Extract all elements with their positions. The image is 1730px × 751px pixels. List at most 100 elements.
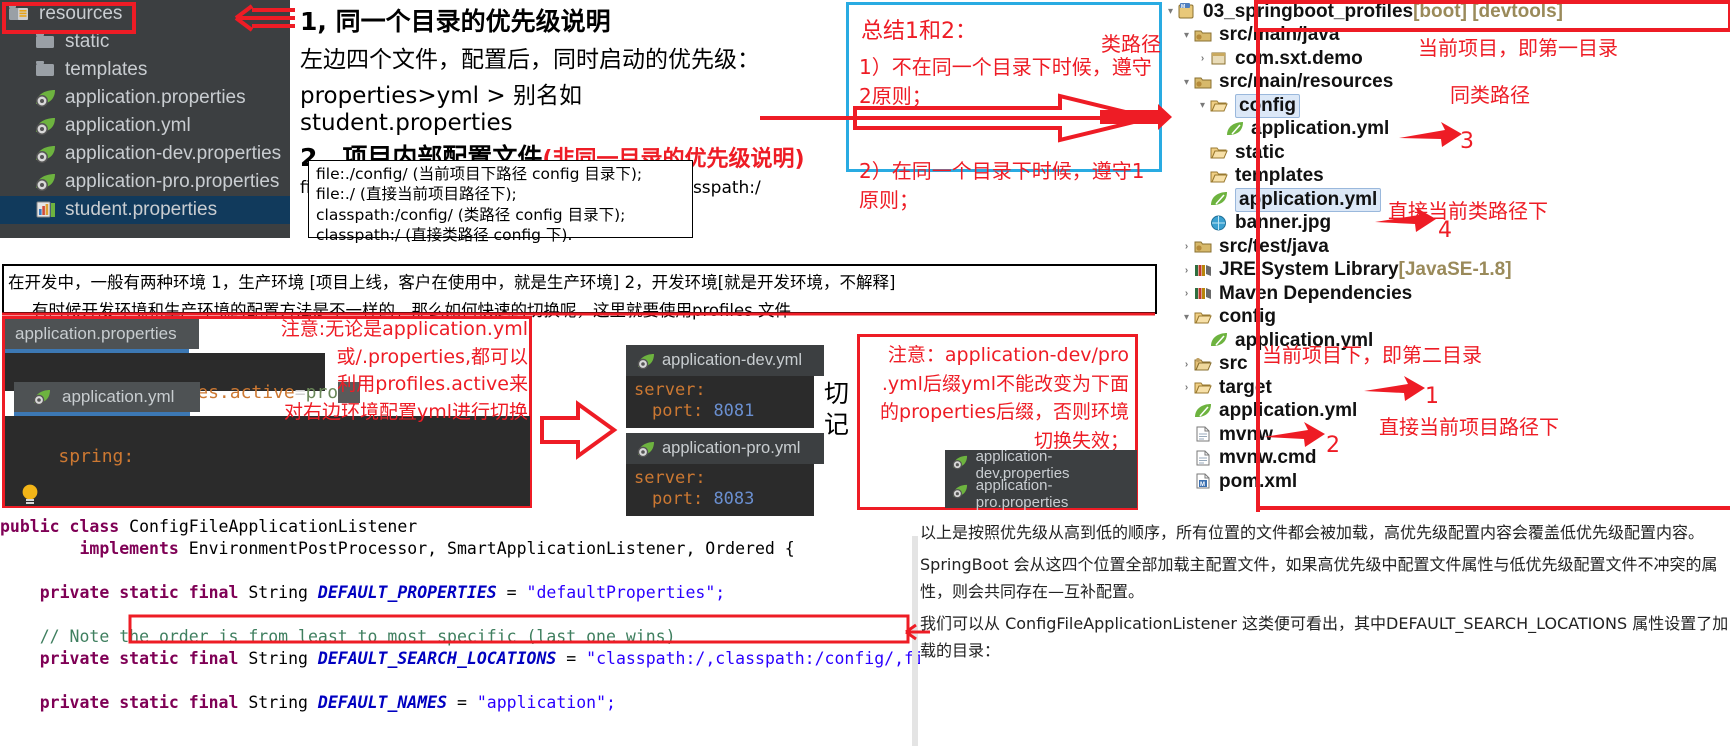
resources-tree-panel[interactable]: resources static templates application.prop… — [0, 0, 290, 238]
resources-folder-icon — [8, 4, 34, 24]
editor-dev-tab[interactable]: application-dev.yml — [626, 345, 824, 376]
folder-open-icon — [1193, 378, 1215, 397]
project-item-label: com.sxt.demo — [1235, 47, 1363, 69]
project-item-application-yml[interactable]: application.yml — [1162, 118, 1730, 142]
annot-number-4: 4 — [1438, 218, 1452, 243]
tree-item-application-pro-properties[interactable]: application-pro.properties — [0, 168, 290, 196]
prose-left-rule — [912, 536, 918, 746]
chevron-right-icon[interactable]: › — [1180, 241, 1193, 252]
spring-leaf-icon — [945, 455, 976, 474]
tree-item-application-properties[interactable]: application.properties — [0, 84, 290, 112]
chevron-down-icon[interactable]: ▾ — [1196, 100, 1209, 111]
yml-code-area[interactable]: spring: profiles: active: - dev #指定哪个配置文… — [5, 416, 562, 666]
tree-item-application-dev-properties[interactable]: application-dev.properties — [0, 140, 290, 168]
java-token: private static final — [0, 693, 249, 712]
svg-text:M: M — [1181, 4, 1185, 10]
folder-plain-icon — [1193, 355, 1215, 374]
tree-item-label: resources — [39, 3, 123, 24]
project-item-03-springboot-profiles[interactable]: ▾ M 03_springboot_profiles [boot] [devtool… — [1162, 0, 1730, 24]
java-token: private static final — [0, 583, 249, 602]
project-item-label: pom.xml — [1219, 470, 1298, 492]
note-right-l2: .yml后缀yml不能改变为下面 — [881, 372, 1129, 395]
project-item-maven-dependencies[interactable]: › Maven Dependencies — [1162, 282, 1730, 306]
tree-item-templates[interactable]: templates — [0, 56, 290, 84]
project-item-src-main-resources[interactable]: ▾ src/main/resources — [1162, 71, 1730, 95]
java-code-line: private static final String DEFAULT_SEAR… — [0, 648, 1143, 670]
editor-dev-code[interactable]: server: port: 8081 — [626, 376, 814, 428]
project-item-config[interactable]: ▾ config — [1162, 93, 1730, 118]
chevron-down-icon[interactable]: ▾ — [1180, 77, 1193, 88]
project-item-static[interactable]: static — [1162, 141, 1730, 165]
project-item-label: application.yml — [1219, 400, 1358, 422]
project-item-label: src — [1219, 353, 1248, 375]
java-token: DEFAULT_NAMES — [317, 693, 448, 712]
java-token: DEFAULT_SEARCH_LOCATIONS — [317, 649, 557, 668]
java-token: ConfigFileApplicationListener — [129, 517, 418, 536]
project-item-target[interactable]: › target — [1162, 376, 1730, 400]
pro-line1: server: — [634, 468, 706, 488]
editor-pro-tab[interactable]: application-pro.yml — [626, 433, 824, 464]
tab-label: application-dev.yml — [662, 351, 803, 369]
project-item-pom-xml[interactable]: Mpom.xml — [1162, 470, 1730, 494]
tree-item-application-yml[interactable]: application.yml — [0, 112, 290, 140]
bad-files-list[interactable]: application-dev.properties application-p… — [945, 448, 1137, 511]
annot-number-2: 2 — [1326, 433, 1340, 458]
tree-item-label: application-pro.properties — [65, 171, 280, 192]
project-item-mvnw-cmd[interactable]: mvnw.cmd — [1162, 447, 1730, 471]
note-left-l4: 对右边环境配置yml进行切换 — [283, 400, 528, 423]
prose-p3: 我们可以从 ConfigFileApplicationListener 这类便可… — [920, 614, 1729, 660]
java-token: "defaultProperties"; — [526, 583, 726, 602]
pro-line2-val: 8083 — [713, 489, 755, 509]
editor-yml[interactable]: application.yml — [14, 382, 200, 416]
tab-label: application.properties — [15, 324, 177, 343]
project-item-jre-system-library[interactable]: › JRE System Library [JavaSE-1.8] — [1162, 259, 1730, 283]
java-token: = — [447, 693, 477, 712]
tree-item-student-properties[interactable]: student.properties — [0, 196, 290, 224]
java-token: class — [69, 517, 130, 536]
tab-application-properties[interactable]: application.properties — [5, 319, 199, 349]
spring-leaf-icon — [34, 144, 60, 164]
tree-item-static[interactable]: static — [0, 28, 290, 56]
annot-second-dir: 当前项目下，即第二目录 — [1262, 343, 1482, 367]
chevron-right-icon[interactable]: › — [1180, 288, 1193, 299]
chevron-right-icon[interactable]: › — [1180, 382, 1193, 393]
project-item-config[interactable]: ▾ config — [1162, 306, 1730, 330]
chevron-down-icon[interactable]: ▾ — [1180, 30, 1193, 41]
library-icon — [1193, 261, 1215, 280]
annot-number-3: 3 — [1460, 129, 1474, 154]
tree-item-resources[interactable]: resources — [0, 0, 290, 28]
annot-current-project: 当前项目，即第一目录 — [1418, 36, 1618, 60]
prose-p1: 以上是按照优先级从高到低的顺序，所有位置的文件都会被加载，高优先级配置内容会覆盖… — [920, 523, 1705, 542]
tab-label: application-pro.yml — [662, 439, 801, 457]
project-item-templates[interactable]: templates — [1162, 165, 1730, 189]
spring-leaf-icon — [945, 484, 976, 503]
pro-line2-key: port: — [652, 489, 704, 509]
tree-item-label: application.properties — [65, 87, 246, 108]
project-item-label: src/main/resources — [1219, 71, 1394, 93]
chevron-down-icon[interactable]: ▾ — [1164, 6, 1177, 17]
folder-open-icon — [1209, 167, 1231, 186]
java-token: = — [496, 583, 527, 602]
note-left-l1: 注意:无论是application.yml — [280, 318, 528, 340]
lightbulb-icon[interactable] — [20, 484, 40, 511]
chevron-right-icon[interactable]: › — [1196, 53, 1209, 64]
project-item-label: 03_springboot_profiles — [1203, 0, 1414, 22]
java-token: public — [0, 517, 70, 536]
chevron-right-icon[interactable]: › — [1180, 265, 1193, 276]
tab-application-yml[interactable]: application.yml — [14, 382, 200, 412]
spring-leaf-icon — [34, 88, 60, 108]
svg-text:M: M — [1200, 482, 1205, 488]
editor-pro-code[interactable]: server: port: 8083 — [626, 464, 814, 516]
java-code-panel[interactable]: public class ConfigFileApplicationListen… — [0, 516, 1143, 751]
chevron-right-icon[interactable]: › — [1180, 359, 1193, 370]
qieji-label: 切 记 — [824, 378, 852, 441]
java-token: String — [248, 649, 318, 668]
image-icon — [1209, 214, 1231, 233]
editor-properties[interactable]: application.properties — [5, 319, 199, 353]
chevron-down-icon[interactable]: ▾ — [1180, 312, 1193, 323]
path-detail-3: classpath:/ (直接类路径 config 下). — [316, 226, 573, 245]
spring-leaf-icon — [34, 172, 60, 192]
folder-open-icon — [1209, 96, 1231, 115]
project-item-label: application.yml — [1239, 188, 1378, 210]
env-line1-a: 在开发中，一般有两种环境 1，生产环境 — [8, 273, 305, 292]
